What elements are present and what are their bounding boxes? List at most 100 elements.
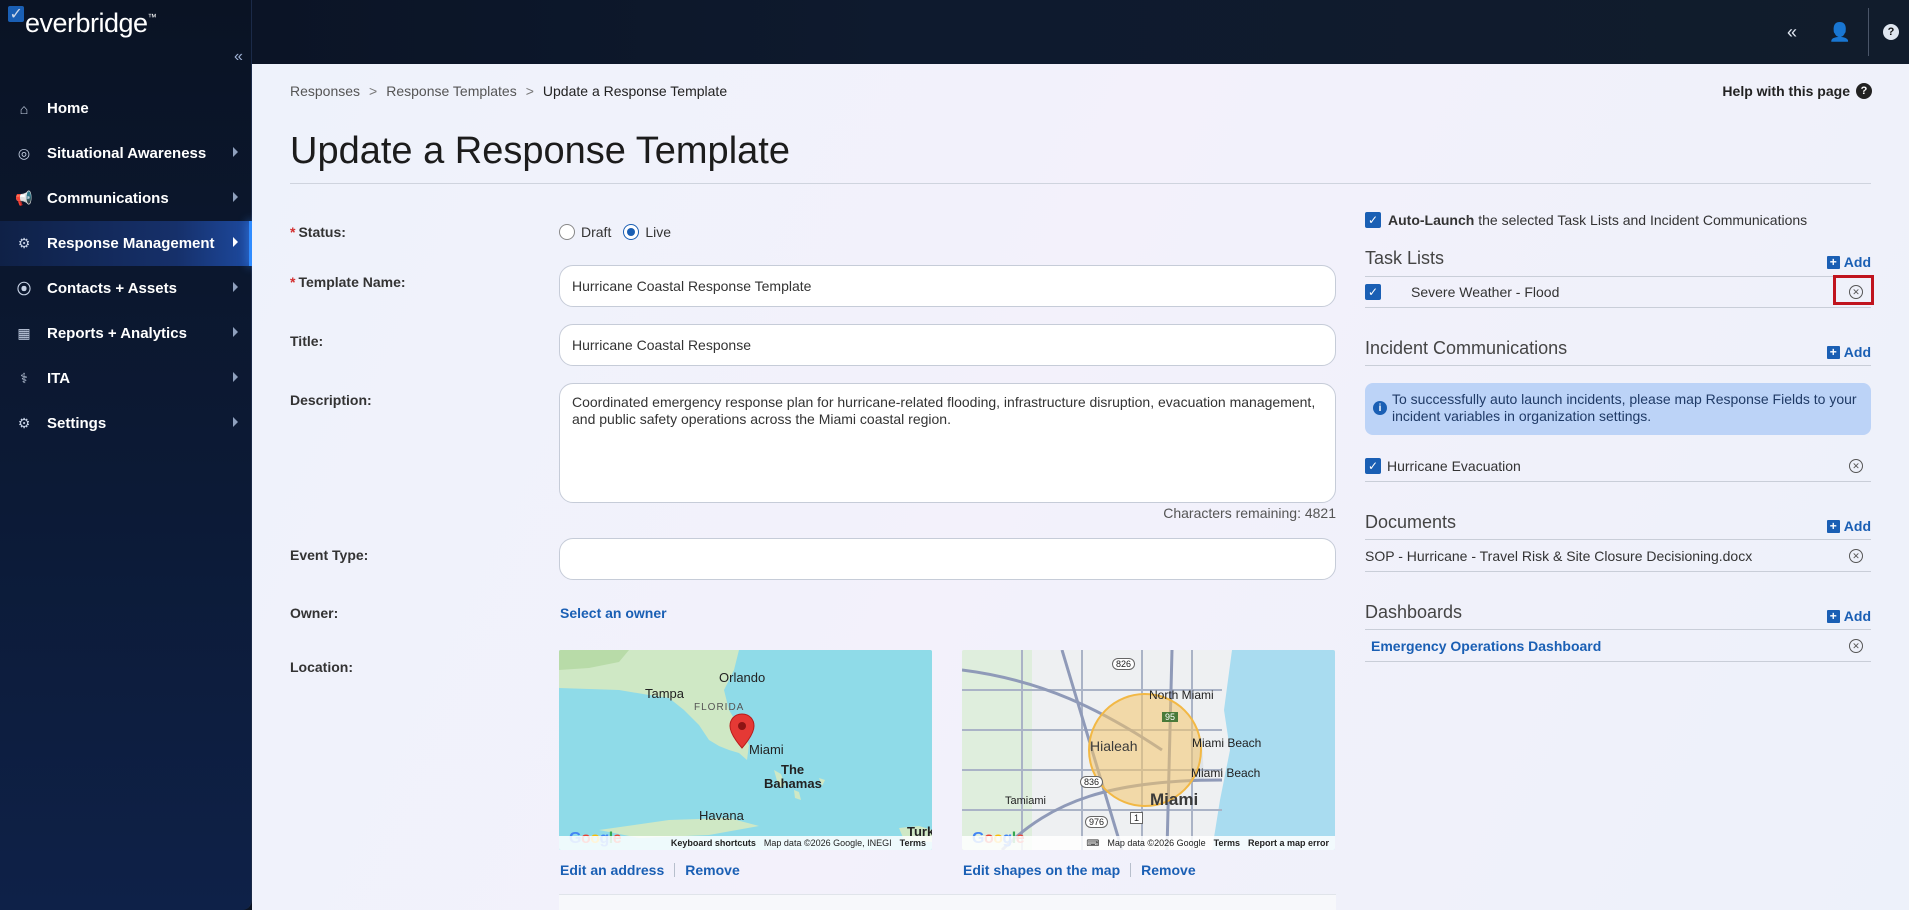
add-incident-communication-button[interactable]: + Add	[1826, 344, 1871, 360]
divider	[1365, 365, 1871, 366]
location-pin-icon: ⦿	[17, 280, 31, 297]
sidebar-item-response-management[interactable]: ⚙ Response Management	[0, 221, 253, 266]
task-list-checkbox[interactable]: ✓	[1365, 284, 1381, 300]
map-label-the: The	[781, 762, 805, 777]
map-label-miami-beach-2: Miami Beach	[1191, 766, 1261, 780]
sidebar-collapse-icon[interactable]: «	[234, 48, 243, 66]
chevron-right-icon	[233, 417, 238, 427]
remove-document-icon[interactable]: ✕	[1849, 549, 1863, 563]
divider	[674, 863, 676, 877]
help-icon: ?	[1856, 83, 1872, 99]
terms-link[interactable]: Terms	[900, 838, 926, 848]
map-label-miami-beach-1: Miami Beach	[1192, 736, 1262, 750]
document-name[interactable]: SOP - Hurricane - Travel Risk & Site Clo…	[1365, 548, 1752, 564]
status-live-radio[interactable]: Live	[623, 224, 671, 240]
title-input[interactable]: Hurricane Coastal Response	[559, 324, 1336, 366]
sidebar-item-label: Contacts + Assets	[47, 280, 177, 297]
plus-icon: +	[1826, 345, 1840, 359]
chevron-right-icon	[233, 147, 238, 157]
chevron-right-icon	[233, 237, 238, 247]
map-label-orlando: Orlando	[719, 670, 766, 685]
divider	[1365, 276, 1871, 277]
auto-launch-checkbox[interactable]: ✓	[1365, 212, 1381, 228]
sidebar-item-reports-analytics[interactable]: ▦ Reports + Analytics	[0, 311, 252, 356]
sidebar-item-label: Settings	[47, 415, 107, 432]
next-section-panel	[559, 894, 1336, 910]
workflow-icon: ⚙	[17, 235, 31, 251]
street-map-graphic	[962, 650, 1335, 850]
description-label: Description:	[290, 392, 372, 408]
map-data-attribution: Map data ©2026 Google, INEGI	[763, 838, 892, 848]
road-shield-826: 826	[1112, 658, 1136, 670]
template-name-input[interactable]: Hurricane Coastal Response Template	[559, 265, 1336, 307]
plus-icon: +	[1826, 519, 1840, 533]
dashboard-link[interactable]: Emergency Operations Dashboard	[1371, 638, 1601, 654]
sidebar-item-contacts-assets[interactable]: ⦿ Contacts + Assets	[0, 266, 252, 311]
location-label: Location:	[290, 659, 353, 675]
main-content: Responses > Response Templates > Update …	[252, 64, 1909, 910]
plus-icon: +	[1826, 609, 1840, 623]
breadcrumb-response-templates[interactable]: Response Templates	[386, 83, 516, 99]
bar-chart-icon: ▦	[17, 325, 31, 341]
divider	[1365, 629, 1871, 630]
sidebar-item-label: Home	[47, 100, 89, 117]
map-footer: Keyboard shortcuts Map data ©2026 Google…	[559, 836, 932, 850]
radio-button[interactable]	[623, 224, 640, 240]
page-title: Update a Response Template	[290, 130, 790, 172]
breadcrumb-responses[interactable]: Responses	[290, 83, 360, 99]
radar-icon: ◎	[17, 145, 31, 161]
user-icon[interactable]: 👤	[1816, 0, 1864, 64]
remove-dashboard-icon[interactable]: ✕	[1849, 639, 1863, 653]
gear-icon: ⚙	[17, 415, 31, 431]
help-label: Help with this page	[1722, 83, 1850, 99]
sidebar-item-label: Communications	[47, 190, 169, 207]
incident-communications-title: Incident Communications	[1365, 338, 1568, 358]
everbridge-logo[interactable]: ✓ everbridge ™	[8, 6, 157, 39]
map1-actions: Edit an address Remove	[560, 862, 740, 878]
auto-launch-row: ✓ Auto-Launch the selected Task Lists an…	[1365, 212, 1807, 228]
remove-address-link[interactable]: Remove	[685, 862, 739, 878]
sidebar-item-label: ITA	[47, 370, 71, 387]
dashboards-title: Dashboards	[1365, 602, 1463, 622]
collapse-panel-icon[interactable]: «	[1768, 0, 1816, 64]
help-icon[interactable]: ?	[1873, 0, 1909, 64]
edit-address-link[interactable]: Edit an address	[560, 862, 664, 878]
add-document-button[interactable]: + Add	[1826, 518, 1871, 534]
status-draft-radio[interactable]: Draft	[559, 224, 611, 240]
owner-label: Owner:	[290, 605, 339, 621]
location-map-region[interactable]: Orlando Tampa FLORIDA Miami The Bahamas …	[559, 650, 932, 850]
sidebar-item-communications[interactable]: 📢 Communications	[0, 176, 252, 221]
report-map-error-link[interactable]: Report a map error	[1248, 838, 1329, 848]
remove-incident-communication-icon[interactable]: ✕	[1849, 459, 1863, 473]
template-name-label: * Template Name:	[290, 274, 406, 290]
sidebar-item-ita[interactable]: ⚕ ITA	[0, 356, 252, 401]
edit-shapes-link[interactable]: Edit shapes on the map	[963, 862, 1120, 878]
top-bar-actions: « 👤 ?	[1768, 0, 1909, 64]
status-radio-group: Draft Live	[559, 224, 671, 240]
auto-launch-text: the selected Task Lists and Incident Com…	[1474, 212, 1808, 228]
add-dashboard-button[interactable]: + Add	[1826, 608, 1871, 624]
terms-link[interactable]: Terms	[1214, 838, 1240, 848]
keyboard-shortcuts-link[interactable]: Keyboard shortcuts	[671, 838, 756, 848]
help-with-page-link[interactable]: Help with this page ?	[1722, 83, 1872, 99]
map-label-hialeah: Hialeah	[1090, 738, 1138, 754]
event-type-input[interactable]	[559, 538, 1336, 580]
map-pin-icon[interactable]	[727, 712, 757, 752]
task-list-item: ✓ Severe Weather - Flood ✕	[1365, 275, 1874, 306]
add-task-list-button[interactable]: + Add	[1826, 254, 1871, 270]
keyboard-icon[interactable]: ⌨	[1086, 838, 1099, 849]
description-textarea[interactable]: Coordinated emergency response plan for …	[559, 383, 1336, 503]
select-owner-link[interactable]: Select an owner	[560, 605, 667, 621]
documents-title: Documents	[1365, 512, 1457, 532]
task-list-name: Severe Weather - Flood	[1411, 284, 1560, 300]
sidebar-item-situational-awareness[interactable]: ◎ Situational Awareness	[0, 131, 252, 176]
radio-button[interactable]	[559, 224, 575, 240]
incident-communication-checkbox[interactable]: ✓	[1365, 458, 1381, 474]
document-item: SOP - Hurricane - Travel Risk & Site Clo…	[1365, 542, 1871, 570]
auto-launch-info-box: i To successfully auto launch incidents,…	[1365, 383, 1871, 435]
breadcrumb: Responses > Response Templates > Update …	[290, 83, 727, 99]
sidebar-item-home[interactable]: ⌂ Home	[0, 86, 252, 131]
shapes-map-region[interactable]: North Miami Hialeah Miami Beach Miami Be…	[962, 650, 1335, 850]
sidebar-item-settings[interactable]: ⚙ Settings	[0, 401, 252, 446]
remove-shapes-link[interactable]: Remove	[1141, 862, 1195, 878]
